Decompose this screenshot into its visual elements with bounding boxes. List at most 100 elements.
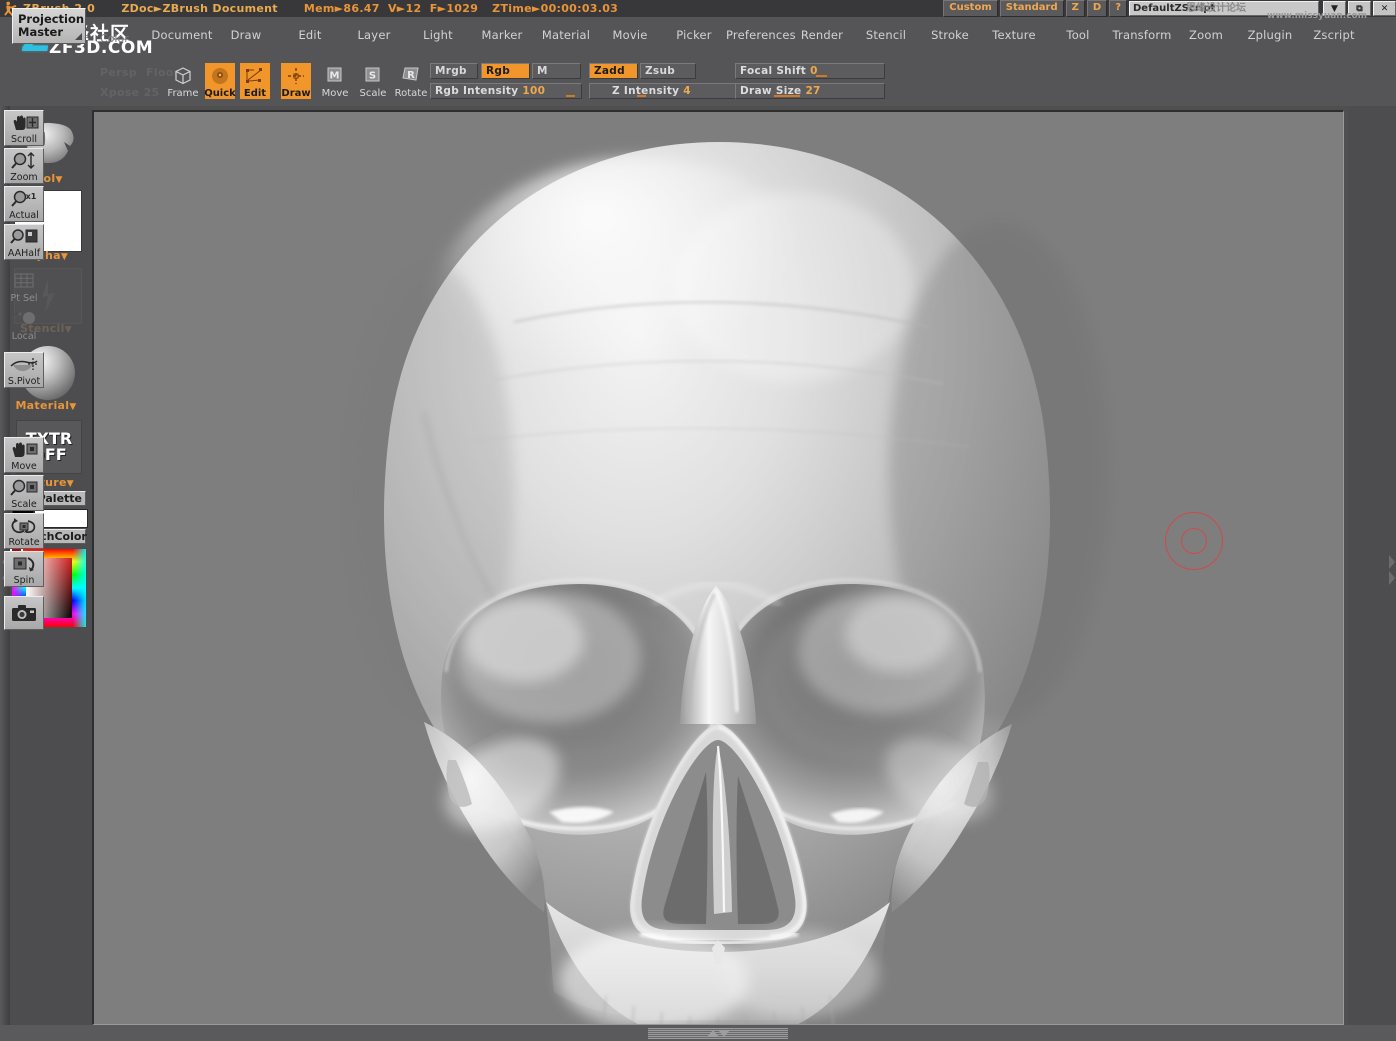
- title-bar-right-controls: Custom Standard Z D ? DefaultZScript 思缘设…: [943, 0, 1396, 17]
- alpha-dropdown-icon[interactable]: ▼: [61, 252, 68, 262]
- watermark-url: www.missyuan.com: [1267, 11, 1367, 21]
- canvas-scroll-handle[interactable]: [648, 1028, 788, 1039]
- local-sphere-icon: [4, 306, 44, 332]
- menu-item-zoom[interactable]: Zoom: [1174, 28, 1238, 42]
- edit-label: Edit: [244, 88, 266, 99]
- menu-item-zscript[interactable]: Zscript: [1302, 28, 1366, 42]
- hand-move-icon: [5, 438, 43, 462]
- spin-arrow-icon: [5, 552, 43, 576]
- move-mode-button[interactable]: M Move: [320, 63, 350, 99]
- actual-label: Actual: [9, 211, 39, 221]
- stencil-dropdown-icon[interactable]: ▼: [65, 325, 72, 335]
- menu-item-picker[interactable]: Picker: [662, 28, 726, 42]
- memory-stats: Mem►86.47 V►12 F►1029: [304, 2, 478, 15]
- hand-scroll-icon: [5, 111, 43, 135]
- zbrush-application-window: ZBrush 2.0 ZDoc►ZBrush Document Mem►86.4…: [0, 0, 1396, 1041]
- magnifier-zoom-icon: [5, 149, 43, 173]
- draw-button[interactable]: Draw: [281, 63, 311, 99]
- material-dropdown-icon[interactable]: ▼: [69, 402, 76, 412]
- menu-item-preferences[interactable]: Preferences: [726, 28, 790, 42]
- zoom-button[interactable]: Zoom: [4, 148, 44, 184]
- quick-icon: [205, 63, 235, 88]
- move-button[interactable]: Move: [4, 437, 44, 473]
- menu-item-marker[interactable]: Marker: [470, 28, 534, 42]
- actual-button[interactable]: x1 Actual: [4, 186, 44, 222]
- s-pivot-button[interactable]: S.Pivot: [4, 352, 44, 388]
- scroll-button[interactable]: Scroll: [4, 110, 44, 146]
- title-bar: ZBrush 2.0 ZDoc►ZBrush Document Mem►86.4…: [0, 0, 1396, 17]
- standard-button[interactable]: Standard: [1000, 0, 1064, 17]
- rotate-button[interactable]: Rotate: [4, 513, 44, 549]
- tool-dropdown-icon[interactable]: ▼: [55, 175, 62, 185]
- scale-mode-button[interactable]: S Scale: [358, 63, 388, 99]
- m-toggle[interactable]: M: [532, 63, 581, 79]
- d-button[interactable]: D: [1087, 0, 1107, 17]
- quick-label: Quick: [204, 88, 236, 99]
- camera-button[interactable]: [4, 596, 44, 630]
- draw-icon: [281, 63, 311, 88]
- move-label: Move: [11, 462, 36, 472]
- z-intensity-slider[interactable]: Z Intensity4: [589, 83, 737, 99]
- material-label[interactable]: Material▼: [0, 399, 92, 412]
- menu-item-material[interactable]: Material: [534, 28, 598, 42]
- camera-icon: [5, 597, 43, 629]
- right-panel-collapse-arrows[interactable]: [1386, 540, 1396, 600]
- ghost-color-label: Color: [100, 32, 129, 45]
- pt-sel-button[interactable]: Pt Sel: [4, 268, 44, 304]
- z-button[interactable]: Z: [1066, 0, 1085, 17]
- watermark-overlay-text: 思缘设计论坛: [1186, 2, 1246, 15]
- rotate-label: Rotate: [8, 538, 39, 548]
- zadd-toggle[interactable]: Zadd: [589, 63, 638, 79]
- menu-item-transform[interactable]: Transform: [1110, 28, 1174, 42]
- projection-master-button[interactable]: Projection Master: [12, 8, 86, 44]
- mrgb-toggle[interactable]: Mrgb: [430, 63, 478, 79]
- menu-item-draw[interactable]: Draw: [214, 28, 278, 42]
- edit-button[interactable]: Edit: [240, 63, 270, 99]
- grid-points-icon: [4, 268, 44, 294]
- focal-shift-label: Focal Shift: [740, 65, 806, 77]
- document-canvas[interactable]: [92, 110, 1344, 1025]
- rgb-intensity-slider[interactable]: Rgb Intensity100: [430, 83, 582, 99]
- menu-items-list: DocumentDrawEditLayerLightMarkerMaterial…: [150, 17, 1366, 53]
- z-intensity-value: 4: [683, 85, 691, 97]
- menu-item-edit[interactable]: Edit: [278, 28, 342, 42]
- focal-shift-slider[interactable]: Focal Shift0: [735, 63, 885, 79]
- zoom-label: Zoom: [10, 173, 37, 183]
- menu-bar: DocumentDrawEditLayerLightMarkerMaterial…: [0, 17, 1396, 53]
- document-label: ZDoc►ZBrush Document: [121, 2, 278, 15]
- ztime-display: ZTime►00:00:03.03: [492, 2, 618, 15]
- menu-item-document[interactable]: Document: [150, 28, 214, 42]
- local-button[interactable]: Local: [4, 306, 44, 342]
- frame-button[interactable]: Frame: [168, 63, 198, 99]
- close-button[interactable]: ✕: [1373, 1, 1396, 16]
- rgb-toggle[interactable]: Rgb: [481, 63, 530, 79]
- rotate-r-icon: R: [396, 63, 426, 88]
- move-mode-label: Move: [322, 88, 349, 99]
- edit-icon: [240, 63, 270, 88]
- menu-item-layer[interactable]: Layer: [342, 28, 406, 42]
- menu-item-texture[interactable]: Texture: [982, 28, 1046, 42]
- spin-button[interactable]: Spin: [4, 551, 44, 587]
- spin-label: Spin: [14, 576, 35, 586]
- magnifier-scale-icon: [5, 476, 43, 500]
- texture-dropdown-icon[interactable]: ▼: [67, 479, 74, 489]
- quick-button[interactable]: Quick: [205, 63, 235, 99]
- aahalf-label: AAHalf: [8, 249, 40, 259]
- draw-size-slider[interactable]: Draw Size27: [735, 83, 885, 99]
- aahalf-button[interactable]: AAHalf: [4, 224, 44, 260]
- help-button[interactable]: ?: [1109, 0, 1127, 17]
- scale-label: Scale: [11, 500, 37, 510]
- menu-item-zplugin[interactable]: Zplugin: [1238, 28, 1302, 42]
- projection-master-label-2: Master: [18, 26, 85, 39]
- scale-s-icon: S: [358, 63, 388, 88]
- menu-item-tool[interactable]: Tool: [1046, 28, 1110, 42]
- custom-button[interactable]: Custom: [943, 0, 997, 17]
- scale-button[interactable]: Scale: [4, 475, 44, 511]
- menu-item-stroke[interactable]: Stroke: [918, 28, 982, 42]
- zsub-toggle[interactable]: Zsub: [640, 63, 696, 79]
- menu-item-movie[interactable]: Movie: [598, 28, 662, 42]
- menu-item-light[interactable]: Light: [406, 28, 470, 42]
- menu-item-stencil[interactable]: Stencil: [854, 28, 918, 42]
- menu-item-render[interactable]: Render: [790, 28, 854, 42]
- rotate-mode-button[interactable]: R Rotate: [396, 63, 426, 99]
